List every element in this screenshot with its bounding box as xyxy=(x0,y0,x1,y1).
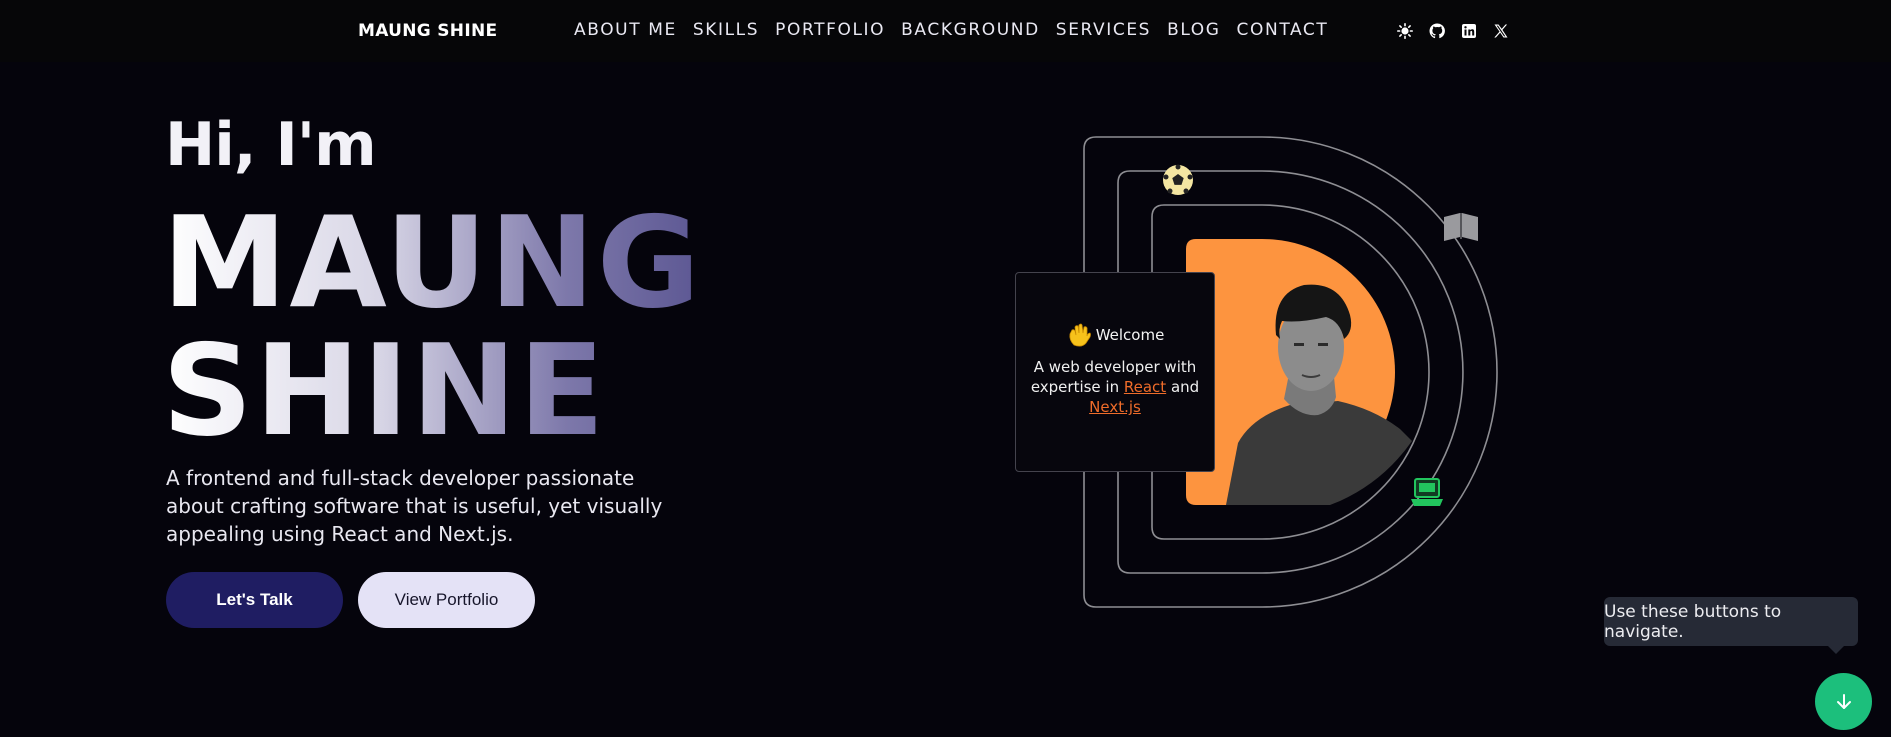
view-portfolio-button[interactable]: View Portfolio xyxy=(358,572,535,628)
welcome-card: Welcome A web developer with expertise i… xyxy=(1015,272,1215,472)
scroll-down-button[interactable] xyxy=(1815,673,1872,730)
arrow-down-icon xyxy=(1836,693,1851,709)
nav-links: ABOUT ME SKILLS PORTFOLIO BACKGROUND SER… xyxy=(574,20,1328,40)
book-icon xyxy=(1444,213,1478,241)
github-icon[interactable] xyxy=(1428,22,1446,40)
x-icon[interactable] xyxy=(1492,22,1510,40)
nav-link-blog[interactable]: BLOG xyxy=(1167,20,1220,40)
nav-link-services[interactable]: SERVICES xyxy=(1056,20,1151,40)
waving-hand-icon xyxy=(1069,323,1091,347)
linkedin-icon[interactable] xyxy=(1460,22,1478,40)
lets-talk-button[interactable]: Let's Talk xyxy=(166,572,343,628)
soccer-ball-icon xyxy=(1163,164,1193,195)
hero-name-line-2: SHINE xyxy=(162,328,702,454)
nav-link-about-me[interactable]: ABOUT ME xyxy=(574,20,677,40)
hero-description: A frontend and full-stack developer pass… xyxy=(166,466,663,546)
welcome-heading: Welcome xyxy=(1016,321,1214,349)
nav-social-icons xyxy=(1396,22,1510,40)
welcome-description: A web developer with expertise in React … xyxy=(1030,358,1200,416)
hero-name-line-1: MAUNG xyxy=(162,189,703,336)
nextjs-highlight: Next.js xyxy=(1089,398,1141,416)
nav-link-contact[interactable]: CONTACT xyxy=(1237,20,1329,40)
nav-link-portfolio[interactable]: PORTFOLIO xyxy=(775,20,885,40)
welcome-title: Welcome xyxy=(1095,326,1165,344)
hero-greeting: Hi, I'm xyxy=(165,110,377,180)
laptop-icon xyxy=(1411,478,1443,506)
top-navbar: MAUNG SHINE ABOUT ME SKILLS PORTFOLIO BA… xyxy=(0,0,1891,62)
nav-link-skills[interactable]: SKILLS xyxy=(693,20,759,40)
brand-logo[interactable]: MAUNG SHINE xyxy=(358,21,497,41)
theme-toggle-icon[interactable] xyxy=(1396,22,1414,40)
react-highlight: React xyxy=(1123,378,1167,396)
navigation-tooltip: Use these buttons to navigate. xyxy=(1604,597,1858,654)
nav-link-background[interactable]: BACKGROUND xyxy=(901,20,1040,40)
